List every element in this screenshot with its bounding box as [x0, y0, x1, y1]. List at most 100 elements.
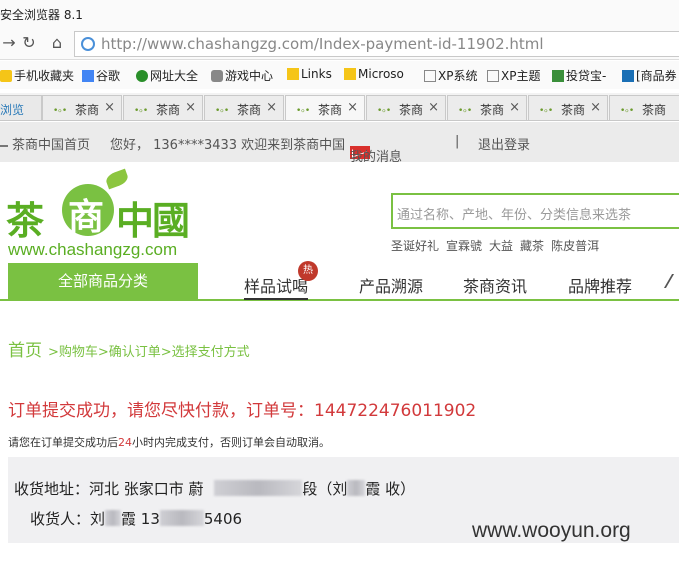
recipient-text: 收货人：刘 [30, 510, 106, 528]
redacted-block [159, 510, 204, 526]
hot-search-item[interactable]: 宣霖號 [446, 239, 482, 253]
close-icon[interactable]: × [509, 100, 520, 115]
logo-char-left: 茶 [6, 198, 44, 243]
tab-page[interactable]: •৹• 茶商 × [42, 95, 122, 120]
tab-label: 茶商 [318, 103, 343, 117]
hot-search-item[interactable]: 大益 [489, 239, 513, 253]
close-icon[interactable]: × [347, 100, 358, 115]
search-input[interactable]: 通过名称、产地、年份、分类信息来选茶 [391, 193, 679, 229]
more-icon[interactable] [663, 274, 679, 288]
refresh-icon[interactable]: ↻ [20, 34, 38, 52]
shipping-address: 收货地址：河北 张家口市 蔚 段（刘霞 收） [14, 478, 415, 499]
logo-domain: www.chashangzg.com [8, 240, 178, 259]
bookmark-item[interactable]: 谷歌 [82, 67, 120, 84]
bookmark-item[interactable]: XP主题 [487, 67, 540, 84]
leaf-icon: •৹• [458, 106, 473, 116]
address-url: http://www.chashangzg.com/Index-payment-… [101, 35, 544, 53]
bookmark-item[interactable]: Links [287, 67, 332, 81]
url-path: /Index-payment-id-11902.html [313, 35, 544, 53]
bookmark-label: Links [301, 67, 332, 81]
breadcrumb-home[interactable]: 首页 [8, 341, 42, 361]
home-link[interactable]: 茶商中国首页 [12, 134, 90, 153]
nav-item-brands[interactable]: 品牌推荐 [568, 273, 632, 297]
redacted-block [105, 510, 122, 526]
bookmark-item[interactable]: 游戏中心 [211, 67, 273, 84]
payment-notice: 请您在订单提交成功后24小时内完成支付，否则订单会自动取消。 [8, 434, 330, 450]
bookmark-label: XP系统 [438, 69, 478, 83]
close-icon[interactable]: × [104, 100, 115, 115]
bookmarks-bar: 手机收藏夹 谷歌 网址大全 游戏中心 Links Microso XP系统 XP… [0, 61, 679, 89]
tab-label: 茶商 [237, 103, 262, 117]
browser-navbar: → ↻ ⌂ http://www.chashangzg.com/Index-pa… [0, 28, 679, 60]
leaf-icon: •৹• [53, 106, 68, 116]
redacted-block [347, 480, 366, 496]
bookmark-label: Microso [358, 67, 404, 81]
tab-page[interactable]: •৹• 茶商 × [528, 95, 608, 120]
bookmark-item[interactable]: 手机收藏夹 [0, 67, 74, 84]
address-bar[interactable]: http://www.chashangzg.com/Index-payment-… [74, 31, 679, 57]
close-icon[interactable]: × [266, 100, 277, 115]
hot-badge: 热 [298, 261, 318, 281]
bookmark-label: 手机收藏夹 [14, 69, 75, 83]
close-icon[interactable]: × [590, 100, 601, 115]
bookmark-item[interactable]: Microso [344, 67, 404, 81]
tab-page-active[interactable]: •৹• 茶商 × [285, 95, 365, 120]
nav-item-news[interactable]: 茶商资讯 [463, 273, 527, 297]
leaf-icon: •৹• [539, 106, 554, 116]
bookmark-item[interactable]: XP系统 [424, 67, 477, 84]
browser-titlebar: 安全浏览器 8.1 [0, 0, 679, 28]
all-categories-button[interactable]: 全部商品分类 [8, 263, 198, 299]
recipient-text: 5406 [203, 510, 243, 528]
page-globe-icon [81, 37, 95, 51]
tab-label: 茶商 [561, 103, 586, 117]
logo-char-circle: 商 [68, 196, 105, 238]
page-icon [424, 70, 436, 82]
tab-page[interactable]: •৹• 茶商 × [447, 95, 527, 120]
site-icon [622, 70, 634, 82]
redacted-block [214, 480, 303, 496]
browser-title: 安全浏览器 8.1 [0, 8, 83, 22]
tab-label: 茶商 [642, 103, 667, 117]
home-icon[interactable]: ⌂ [48, 34, 66, 52]
nav-item-trace[interactable]: 产品溯源 [359, 273, 423, 297]
bookmark-item[interactable]: [商品券 [622, 67, 677, 84]
leaf-icon: •৹• [134, 106, 149, 116]
breadcrumb: 首页 >购物车>确认订单>选择支付方式 [8, 336, 250, 361]
tab-browse[interactable]: 浏览 [0, 95, 42, 120]
main-nav: 全部商品分类 样品试喝 热 产品溯源 茶商资讯 品牌推荐 [0, 261, 679, 301]
nav-item-sample[interactable]: 样品试喝 [244, 273, 309, 300]
order-success-message: 订单提交成功，请您尽快付款，订单号：144722476011902 [8, 401, 477, 421]
tab-page[interactable]: •৹• 茶商 [609, 95, 679, 120]
address-text: 霞 收） [365, 480, 416, 498]
folder-icon [344, 68, 356, 80]
folder-icon [287, 68, 299, 80]
tab-page[interactable]: •৹• 茶商 × [123, 95, 203, 120]
address-text: 段（刘 [302, 480, 348, 498]
hot-search-item[interactable]: 陈皮普洱 [551, 239, 599, 253]
tab-page[interactable]: •৹• 茶商 × [366, 95, 446, 120]
forward-arrow-icon[interactable]: → [0, 34, 18, 52]
leaf-icon: •৹• [377, 106, 392, 116]
browser-tabs: 浏览 •৹• 茶商 × •৹• 茶商 × •৹• 茶商 × •৹• 茶商 × •৹• 茶商 × •৹… [0, 93, 679, 121]
site-logo[interactable]: 茶 商 中國 www.chashangzg.com [6, 168, 206, 264]
close-icon[interactable]: × [185, 100, 196, 115]
leaf-icon [104, 168, 130, 190]
bookmark-item[interactable]: 投贷宝- [552, 67, 606, 84]
recipient-text: 霞 13 [121, 510, 160, 528]
url-host: http://www.chashangzg.com [101, 35, 314, 53]
hot-search-item[interactable]: 藏茶 [520, 239, 544, 253]
leaf-icon: •৹• [620, 106, 635, 116]
bookmark-label: XP主题 [501, 69, 541, 83]
tab-page[interactable]: •৹• 茶商 × [204, 95, 284, 120]
leaf-icon: •৹• [296, 106, 311, 116]
bookmark-item[interactable]: 网址大全 [136, 67, 198, 84]
plus-icon [136, 70, 148, 82]
tab-label: 茶商 [75, 103, 100, 117]
close-icon[interactable]: × [428, 100, 439, 115]
bookmark-label: 谷歌 [96, 69, 121, 83]
home-icon [0, 136, 8, 147]
logout-link[interactable]: 退出登录 [478, 134, 530, 153]
hot-search-item[interactable]: 圣诞好礼 [391, 239, 439, 253]
site-icon [552, 70, 564, 82]
tab-label: 浏览 [0, 103, 25, 117]
